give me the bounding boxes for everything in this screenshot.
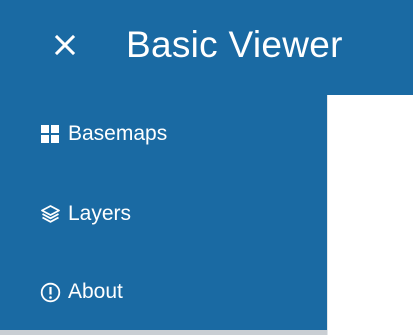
content-divider [327,95,328,335]
sidebar-item-label: About [68,280,123,303]
sidebar-item-basemaps[interactable]: Basemaps [40,117,167,151]
app-header: Basic Viewer [0,0,413,95]
sidebar-shadow [0,330,327,335]
app-title: Basic Viewer [126,24,343,65]
sidebar-item-label: Layers [68,202,132,225]
info-icon [40,281,62,303]
grid-icon [40,123,62,145]
close-button[interactable] [48,28,82,62]
sidebar-item-layers[interactable]: Layers [40,197,131,231]
close-icon [54,34,76,56]
sidebar-item-about[interactable]: About [40,275,123,309]
layers-icon [40,203,62,225]
sidebar-item-label: Basemaps [68,122,168,145]
